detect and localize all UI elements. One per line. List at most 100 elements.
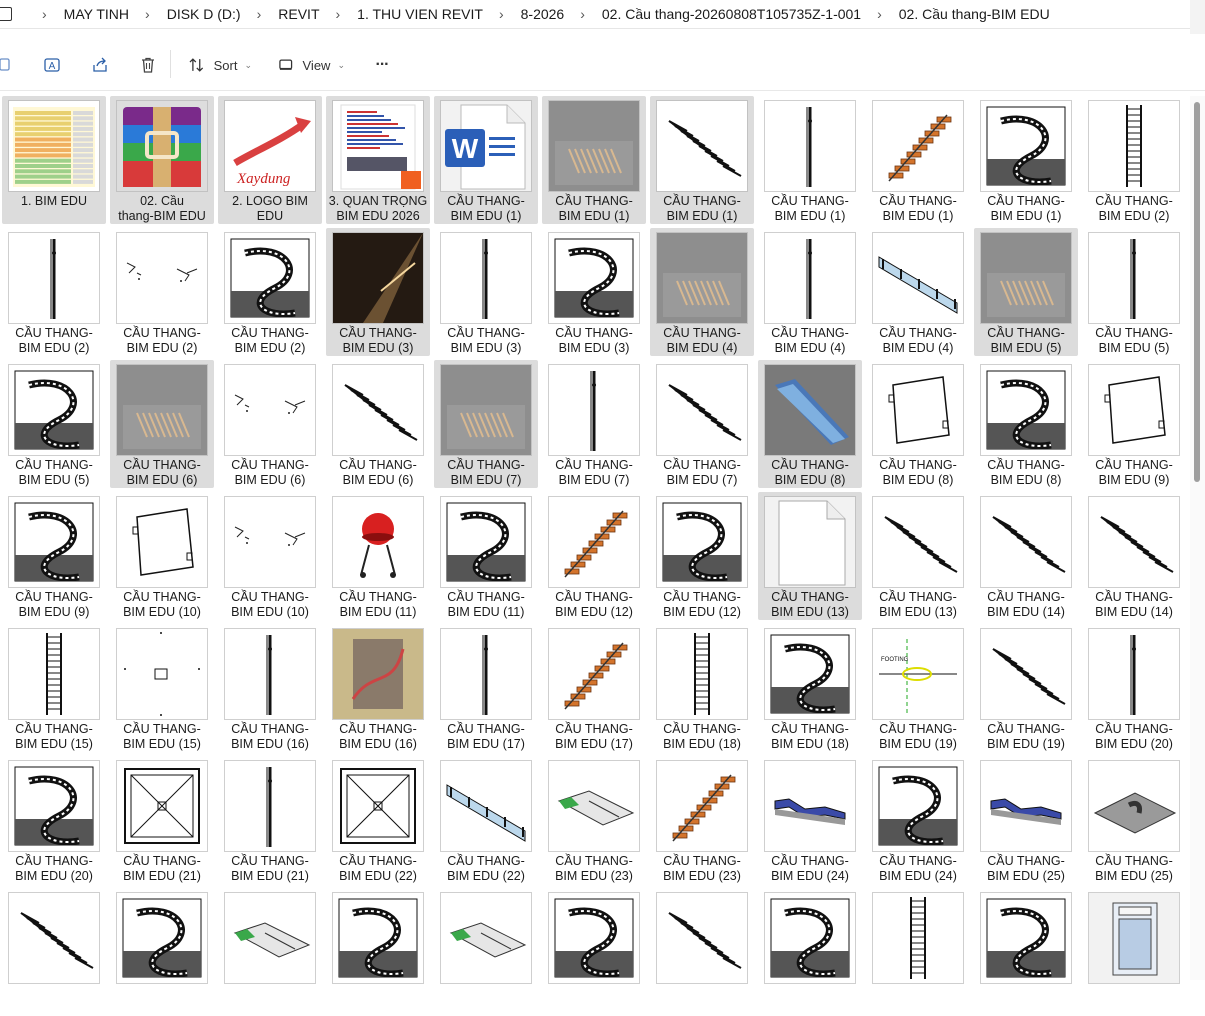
- file-item[interactable]: CẦU THANG- BIM EDU (2): [218, 228, 322, 356]
- breadcrumb-item[interactable]: › REVIT: [241, 6, 320, 22]
- file-item[interactable]: CẦU THANG- BIM EDU (17): [434, 624, 538, 752]
- sort-button[interactable]: Sort ⌄: [188, 50, 252, 80]
- file-item[interactable]: CẦU THANG- BIM EDU (1): [866, 96, 970, 224]
- file-item[interactable]: CẦU THANG- BIM EDU (19): [974, 624, 1078, 752]
- file-item[interactable]: [110, 888, 214, 1016]
- file-name-line: CẦU THANG-: [15, 854, 93, 868]
- file-item[interactable]: CẦU THANG- BIM EDU (11): [434, 492, 538, 620]
- file-item[interactable]: CẦU THANG- BIM EDU (15): [2, 624, 106, 752]
- file-item[interactable]: [650, 888, 754, 1016]
- file-item[interactable]: CẦU THANG- BIM EDU (8): [866, 360, 970, 488]
- file-item[interactable]: FOOTING CẦU THANG- BIM EDU (19): [866, 624, 970, 752]
- file-item[interactable]: [2, 888, 106, 1016]
- file-name: CẦU THANG- BIM EDU (13): [866, 590, 970, 620]
- file-item[interactable]: CẦU THANG- BIM EDU (3): [434, 228, 538, 356]
- file-item[interactable]: CẦU THANG- BIM EDU (11): [326, 492, 430, 620]
- file-item[interactable]: [1082, 888, 1186, 1016]
- file-item[interactable]: CẦU THANG- BIM EDU (25): [1082, 756, 1186, 884]
- file-item[interactable]: CẦU THANG- BIM EDU (16): [218, 624, 322, 752]
- file-item[interactable]: CẦU THANG- BIM EDU (9): [1082, 360, 1186, 488]
- file-item[interactable]: CẦU THANG- BIM EDU (7): [650, 360, 754, 488]
- file-item[interactable]: CẦU THANG- BIM EDU (7): [542, 360, 646, 488]
- file-item[interactable]: CẦU THANG- BIM EDU (23): [650, 756, 754, 884]
- file-item[interactable]: CẦU THANG- BIM EDU (24): [866, 756, 970, 884]
- file-item[interactable]: CẦU THANG- BIM EDU (1): [542, 96, 646, 224]
- more-button[interactable]: ···: [368, 50, 396, 80]
- file-item[interactable]: CẦU THANG- BIM EDU (14): [1082, 492, 1186, 620]
- file-item[interactable]: CẦU THANG- BIM EDU (2): [110, 228, 214, 356]
- file-item[interactable]: CẦU THANG- BIM EDU (23): [542, 756, 646, 884]
- copy-button[interactable]: [0, 50, 14, 80]
- file-item[interactable]: CẦU THANG- BIM EDU (8): [974, 360, 1078, 488]
- vertical-scrollbar[interactable]: [1190, 96, 1205, 980]
- file-item[interactable]: Xaydung 2. LOGO BIM EDU: [218, 96, 322, 224]
- file-item[interactable]: CẦU THANG- BIM EDU (24): [758, 756, 862, 884]
- file-item[interactable]: CẦU THANG- BIM EDU (10): [218, 492, 322, 620]
- file-item[interactable]: CẦU THANG- BIM EDU (25): [974, 756, 1078, 884]
- file-item[interactable]: CẦU THANG- BIM EDU (6): [218, 360, 322, 488]
- file-item[interactable]: [866, 888, 970, 1016]
- file-item[interactable]: CẦU THANG- BIM EDU (4): [758, 228, 862, 356]
- file-item[interactable]: CẦU THANG- BIM EDU (18): [650, 624, 754, 752]
- file-name: CẦU THANG- BIM EDU (5): [1082, 326, 1186, 356]
- file-item[interactable]: CẦU THANG- BIM EDU (18): [758, 624, 862, 752]
- file-item[interactable]: CẦU THANG- BIM EDU (1): [758, 96, 862, 224]
- file-item[interactable]: [974, 888, 1078, 1016]
- file-item[interactable]: [542, 888, 646, 1016]
- file-item[interactable]: CẦU THANG- BIM EDU (2): [2, 228, 106, 356]
- file-item[interactable]: [758, 888, 862, 1016]
- file-item[interactable]: CẦU THANG- BIM EDU (3): [326, 228, 430, 356]
- file-item[interactable]: CẦU THANG- BIM EDU (22): [434, 756, 538, 884]
- rename-button[interactable]: A: [38, 50, 66, 80]
- breadcrumb-item[interactable]: › MAY TINH: [26, 6, 129, 22]
- share-button[interactable]: [86, 50, 114, 80]
- file-item[interactable]: CẦU THANG- BIM EDU (13): [758, 492, 862, 620]
- scrollbar-thumb[interactable]: [1194, 102, 1200, 482]
- file-item[interactable]: CẦU THANG- BIM EDU (13): [866, 492, 970, 620]
- file-item[interactable]: CẦU THANG- BIM EDU (16): [326, 624, 430, 752]
- file-name-line: CẦU THANG-: [879, 590, 957, 604]
- file-item[interactable]: CẦU THANG- BIM EDU (9): [2, 492, 106, 620]
- file-item[interactable]: 02. Cầu thang-BIM EDU: [110, 96, 214, 224]
- file-item[interactable]: CẦU THANG- BIM EDU (12): [542, 492, 646, 620]
- file-item[interactable]: CẦU THANG- BIM EDU (21): [110, 756, 214, 884]
- file-item[interactable]: CẦU THANG- BIM EDU (5): [974, 228, 1078, 356]
- file-item[interactable]: CẦU THANG- BIM EDU (6): [326, 360, 430, 488]
- file-item[interactable]: [326, 888, 430, 1016]
- file-item[interactable]: CẦU THANG- BIM EDU (3): [542, 228, 646, 356]
- delete-button[interactable]: [134, 50, 162, 80]
- file-item[interactable]: CẦU THANG- BIM EDU (15): [110, 624, 214, 752]
- file-item[interactable]: CẦU THANG- BIM EDU (4): [866, 228, 970, 356]
- breadcrumb-item[interactable]: › 8-2026: [483, 6, 564, 22]
- file-item[interactable]: CẦU THANG- BIM EDU (22): [326, 756, 430, 884]
- file-item[interactable]: CẦU THANG- BIM EDU (10): [110, 492, 214, 620]
- file-item[interactable]: W CẦU THANG- BIM EDU (1): [434, 96, 538, 224]
- address-bar[interactable]: › MAY TINH › DISK D (D:) › REVIT › 1. THU VIEN …: [0, 0, 1190, 29]
- breadcrumb-item[interactable]: › DISK D (D:): [129, 6, 241, 22]
- file-item[interactable]: CẦU THANG- BIM EDU (17): [542, 624, 646, 752]
- file-thumbnail: [980, 100, 1072, 192]
- file-item[interactable]: CẦU THANG- BIM EDU (20): [1082, 624, 1186, 752]
- file-item[interactable]: CẦU THANG- BIM EDU (1): [650, 96, 754, 224]
- file-item[interactable]: CẦU THANG- BIM EDU (5): [1082, 228, 1186, 356]
- file-item[interactable]: 3. QUAN TRỌNG BIM EDU 2026: [326, 96, 430, 224]
- file-item[interactable]: CẦU THANG- BIM EDU (7): [434, 360, 538, 488]
- file-item[interactable]: CẦU THANG- BIM EDU (12): [650, 492, 754, 620]
- file-item[interactable]: CẦU THANG- BIM EDU (1): [974, 96, 1078, 224]
- file-item[interactable]: CẦU THANG- BIM EDU (2): [1082, 96, 1186, 224]
- file-item[interactable]: CẦU THANG- BIM EDU (14): [974, 492, 1078, 620]
- file-item[interactable]: [218, 888, 322, 1016]
- file-item[interactable]: CẦU THANG- BIM EDU (4): [650, 228, 754, 356]
- file-item[interactable]: CẦU THANG- BIM EDU (20): [2, 756, 106, 884]
- breadcrumb-item[interactable]: › 02. Cầu thang-BIM EDU: [861, 6, 1050, 22]
- breadcrumb-item[interactable]: › 1. THU VIEN REVIT: [320, 6, 483, 22]
- file-item[interactable]: [434, 888, 538, 1016]
- file-item[interactable]: CẦU THANG- BIM EDU (6): [110, 360, 214, 488]
- breadcrumb-label: 1. THU VIEN REVIT: [357, 6, 483, 22]
- file-item[interactable]: 1. BIM EDU: [2, 96, 106, 224]
- file-item[interactable]: CẦU THANG- BIM EDU (8): [758, 360, 862, 488]
- file-item[interactable]: CẦU THANG- BIM EDU (21): [218, 756, 322, 884]
- view-button[interactable]: View ⌄: [277, 50, 345, 80]
- file-item[interactable]: CẦU THANG- BIM EDU (5): [2, 360, 106, 488]
- breadcrumb-item[interactable]: › 02. Cầu thang-20260808T105735Z-1-001: [564, 6, 861, 22]
